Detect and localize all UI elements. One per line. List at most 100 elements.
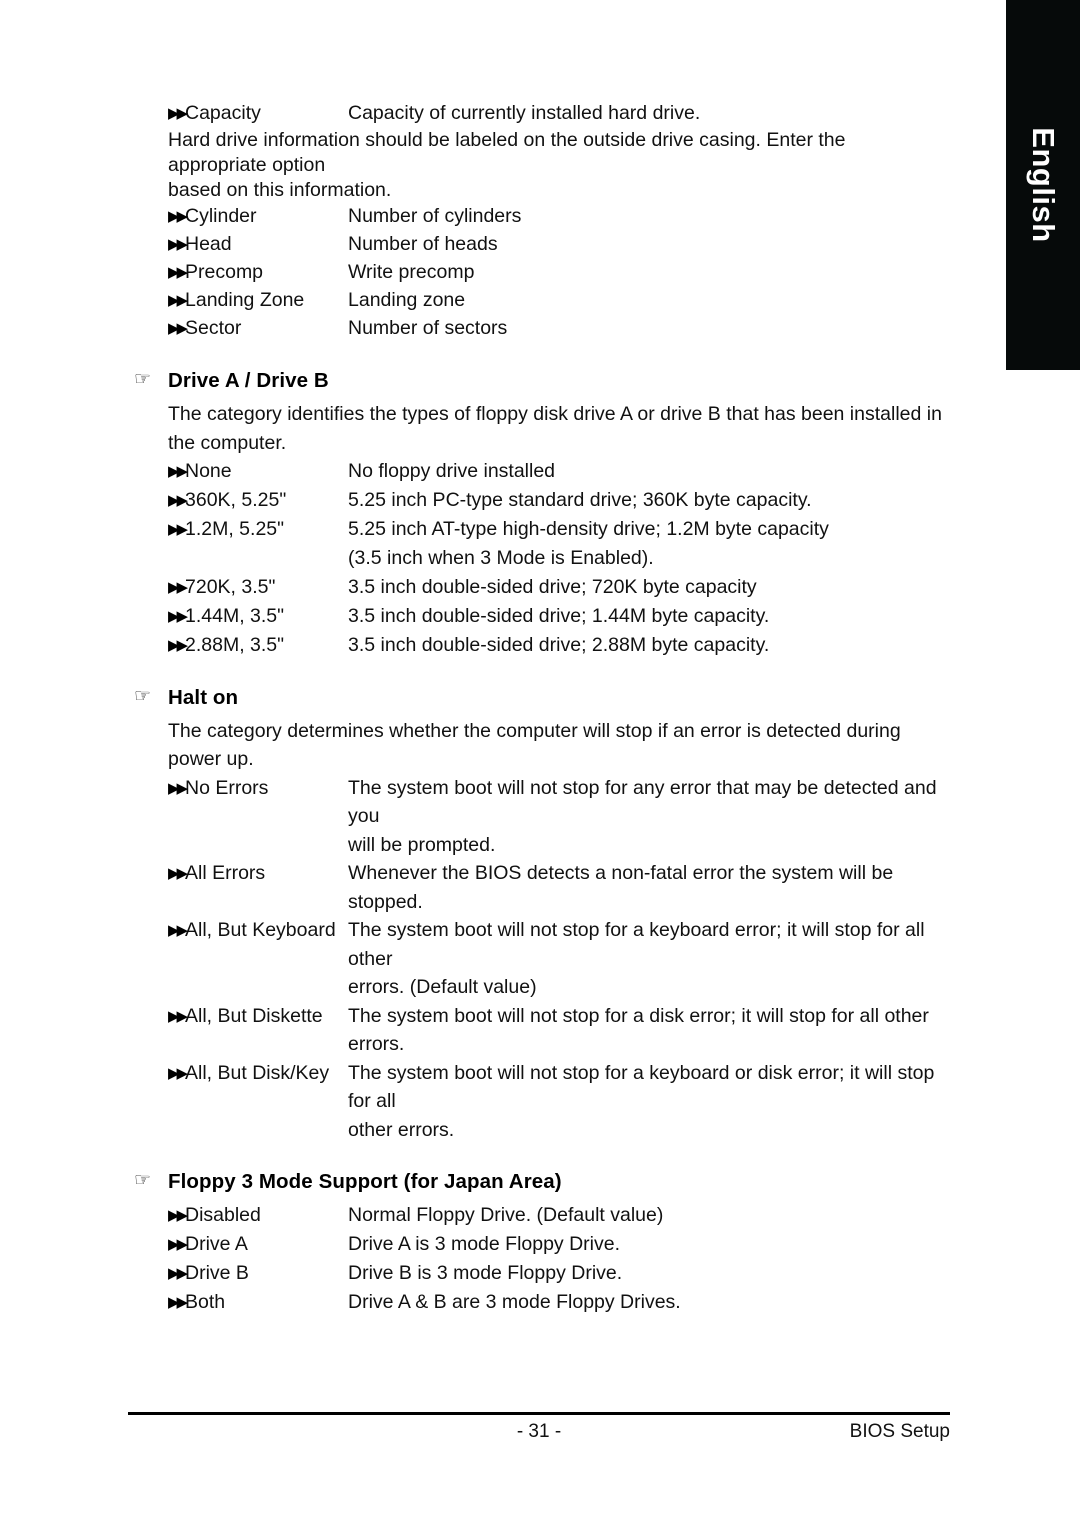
double-triangle-bullet-icon: ▶▶ — [168, 1207, 188, 1224]
definition-term: ▶▶ All, But Disk/Key — [168, 1059, 348, 1088]
double-triangle-bullet-icon: ▶▶ — [168, 1265, 188, 1282]
definition-row: ▶▶ Cylinder Number of cylinders — [168, 203, 948, 231]
definition-term-label: 2.88M, 3.5" — [185, 633, 285, 656]
definition-row: ▶▶ All, But Keyboard The system boot will … — [168, 916, 948, 973]
definition-term: ▶▶ Both — [168, 1288, 348, 1317]
manual-page: English ▶▶ Capacity Capacity of currently … — [0, 0, 1080, 1532]
double-triangle-bullet-icon: ▶▶ — [168, 578, 188, 596]
definition-term: ▶▶ 360K, 5.25" — [168, 486, 348, 515]
definition-term-label: Drive A — [185, 1233, 248, 1255]
definition-term: ▶▶ Drive A — [168, 1230, 348, 1259]
footer-row: - 31 - BIOS Setup — [128, 1421, 950, 1451]
definition-term: ▶▶ None — [168, 457, 348, 486]
double-triangle-bullet-icon: ▶▶ — [168, 463, 188, 480]
definition-row: ▶▶ 2.88M, 3.5" 3.5 inch double-sided drive… — [168, 631, 948, 660]
definition-term-label: Drive B — [185, 1262, 249, 1284]
double-triangle-bullet-icon: ▶▶ — [168, 236, 188, 253]
definition-term-label: Landing Zone — [185, 289, 305, 311]
section-heading: ☞ Drive A / Drive B — [0, 369, 1006, 393]
definition-row: ▶▶ No Errors The system boot will not stop… — [168, 774, 948, 831]
definition-description: The system boot will not stop for a keyb… — [348, 919, 930, 970]
definition-term: ▶▶ 1.44M, 3.5" — [168, 602, 348, 631]
double-triangle-bullet-icon: ▶▶ — [168, 521, 188, 538]
double-triangle-bullet-icon: ▶▶ — [168, 607, 188, 625]
definition-term-label: Sector — [185, 317, 242, 339]
definition-term: ▶▶ No Errors — [168, 774, 348, 803]
pointing-hand-icon: ☞ — [134, 1170, 152, 1191]
footer-divider — [128, 1412, 950, 1415]
definition-row: ▶▶ None No floppy drive installed — [168, 457, 948, 486]
definition-term-label: Head — [185, 233, 232, 255]
double-triangle-bullet-icon: ▶▶ — [168, 1294, 188, 1311]
definition-term: ▶▶ Precomp — [168, 259, 348, 287]
definition-description: 3.5 inch double-sided drive; 720K byte c… — [348, 575, 757, 598]
definition-term-label: Precomp — [185, 261, 264, 283]
double-triangle-bullet-icon: ▶▶ — [168, 264, 188, 281]
page-footer: - 31 - BIOS Setup — [128, 1412, 950, 1451]
definition-row: ▶▶ Landing Zone Landing zone — [168, 287, 948, 315]
section-title: Halt on — [168, 685, 239, 709]
hard-drive-rows-top: ▶▶ Capacity Capacity of currently installe… — [168, 100, 948, 128]
definition-description: Landing zone — [348, 289, 466, 311]
definition-description: Number of sectors — [348, 317, 508, 339]
double-triangle-bullet-icon: ▶▶ — [168, 105, 188, 122]
definition-row: ▶▶ Drive B Drive B is 3 mode Floppy Drive. — [168, 1259, 948, 1288]
definition-term: ▶▶ Sector — [168, 315, 348, 343]
definition-description: Write precomp — [348, 261, 475, 283]
double-triangle-bullet-icon: ▶▶ — [168, 1007, 188, 1025]
definition-term-label: All, But Keyboard — [185, 919, 336, 941]
definition-description-continued: will be prompted. — [348, 833, 496, 856]
definition-term: ▶▶ Landing Zone — [168, 287, 348, 315]
double-triangle-bullet-icon: ▶▶ — [168, 208, 188, 225]
definition-row: ▶▶ 1.44M, 3.5" 3.5 inch double-sided drive… — [168, 602, 948, 631]
definition-term-label: No Errors — [185, 776, 269, 799]
section-heading: ☞ Floppy 3 Mode Support (for Japan Area) — [0, 1170, 1006, 1194]
definition-term: ▶▶ Disabled — [168, 1201, 348, 1230]
double-triangle-bullet-icon: ▶▶ — [168, 865, 188, 882]
double-triangle-bullet-icon: ▶▶ — [168, 320, 188, 337]
double-triangle-bullet-icon: ▶▶ — [168, 1236, 188, 1253]
language-tab-label: English — [1026, 127, 1061, 243]
hard-drive-rows-bottom: ▶▶ Cylinder Number of cylinders ▶▶ Head Numbe… — [168, 203, 948, 343]
definition-row: ▶▶ Both Drive A & B are 3 mode Floppy Driv… — [168, 1288, 948, 1317]
definition-description: 3.5 inch double-sided drive; 2.88M byte … — [348, 633, 770, 656]
definition-description: Number of heads — [348, 233, 498, 255]
definition-description-continued: (3.5 inch when 3 Mode is Enabled). — [348, 547, 654, 569]
section-title: Floppy 3 Mode Support (for Japan Area) — [168, 1170, 562, 1193]
section-body: The category identifies the types of flo… — [0, 400, 1006, 660]
definition-description: Drive A & B are 3 mode Floppy Drives. — [348, 1291, 681, 1313]
definition-row: ▶▶ Sector Number of sectors — [168, 315, 948, 343]
footer-section-label: BIOS Setup — [849, 1421, 950, 1442]
definition-term-label: All, But Disk/Key — [185, 1061, 330, 1084]
definition-term: ▶▶ 1.2M, 5.25" — [168, 515, 348, 544]
section-intro: The category identifies the types of flo… — [168, 403, 948, 454]
section-body: ▶▶ Disabled Normal Floppy Drive. (Default … — [0, 1201, 1006, 1317]
definition-term-label: Capacity — [185, 102, 261, 124]
definition-row: ▶▶ 1.2M, 5.25" 5.25 inch AT-type high-dens… — [168, 515, 948, 544]
definition-term: ▶▶ Capacity — [168, 100, 348, 128]
definition-term-label: All, But Diskette — [185, 1004, 323, 1027]
definition-row: ▶▶ Head Number of heads — [168, 231, 948, 259]
definition-description: Drive A is 3 mode Floppy Drive. — [348, 1233, 621, 1255]
double-triangle-bullet-icon: ▶▶ — [168, 779, 188, 797]
definition-row: ▶▶ Precomp Write precomp — [168, 259, 948, 287]
sections-host: ☞ Drive A / Drive B The category identifie… — [0, 369, 1006, 1317]
definition-description: No floppy drive installed — [348, 460, 556, 482]
definition-term-label: Cylinder — [185, 205, 257, 227]
definition-row: ▶▶ 720K, 3.5" 3.5 inch double-sided drive;… — [168, 573, 948, 602]
definition-description: The system boot will not stop for any er… — [348, 776, 948, 828]
footer-page-number: - 31 - — [516, 1421, 562, 1442]
definition-term: ▶▶ All Errors — [168, 859, 348, 888]
double-triangle-bullet-icon: ▶▶ — [168, 922, 188, 939]
pointing-hand-icon: ☞ — [134, 685, 152, 707]
definition-description: The system boot will not stop for a disk… — [348, 1004, 935, 1056]
definition-term-label: 360K, 5.25" — [185, 489, 287, 511]
definition-row: ▶▶ Disabled Normal Floppy Drive. (Default … — [168, 1201, 948, 1230]
definition-row: ▶▶ 360K, 5.25" 5.25 inch PC-type standard … — [168, 486, 948, 515]
definition-term: ▶▶ All, But Diskette — [168, 1002, 348, 1031]
double-triangle-bullet-icon: ▶▶ — [168, 636, 188, 654]
definition-term-label: 1.44M, 3.5" — [185, 604, 285, 627]
definition-description: Number of cylinders — [348, 205, 522, 227]
definition-term-label: 720K, 3.5" — [185, 575, 276, 598]
definition-description: 3.5 inch double-sided drive; 1.44M byte … — [348, 604, 770, 627]
